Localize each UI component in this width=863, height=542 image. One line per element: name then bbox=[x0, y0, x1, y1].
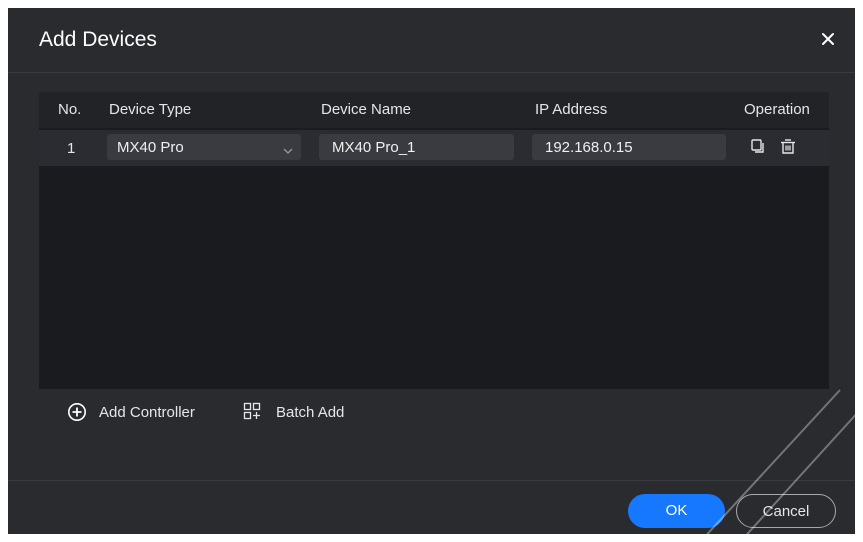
delete-icon[interactable] bbox=[779, 138, 797, 160]
cancel-button[interactable]: Cancel bbox=[736, 494, 836, 528]
devices-table: No. Device Type Device Name IP Address O… bbox=[39, 92, 829, 389]
device-type-select[interactable]: MX40 Pro bbox=[107, 134, 301, 160]
column-header-no: No. bbox=[58, 101, 82, 118]
column-header-device-name: Device Name bbox=[321, 101, 412, 118]
add-devices-dialog: Add Devices No. Device Type Device Name … bbox=[8, 8, 855, 534]
ip-address-field[interactable] bbox=[532, 134, 726, 160]
dialog-header: Add Devices bbox=[8, 8, 855, 73]
close-icon[interactable] bbox=[817, 28, 839, 50]
column-header-operation: Operation bbox=[744, 101, 810, 118]
device-type-value: MX40 Pro bbox=[117, 139, 184, 156]
batch-add-icon bbox=[243, 402, 261, 424]
add-controller-label: Add Controller bbox=[99, 404, 195, 421]
chevron-down-icon bbox=[283, 142, 293, 159]
column-header-ip-address: IP Address bbox=[535, 101, 608, 118]
table-header: No. Device Type Device Name IP Address O… bbox=[39, 92, 829, 128]
plus-circle-icon bbox=[67, 402, 87, 426]
table-row: 1 MX40 Pro bbox=[39, 130, 829, 166]
dialog-footer: OK Cancel bbox=[8, 480, 855, 535]
device-name-field[interactable] bbox=[319, 134, 514, 160]
copy-icon[interactable] bbox=[750, 138, 766, 158]
column-header-device-type: Device Type bbox=[109, 101, 192, 118]
dialog-title: Add Devices bbox=[39, 28, 157, 51]
add-controller-button[interactable]: Add Controller bbox=[67, 400, 219, 424]
row-number: 1 bbox=[67, 140, 76, 157]
ok-button[interactable]: OK bbox=[628, 494, 725, 528]
batch-add-label: Batch Add bbox=[276, 404, 345, 421]
batch-add-button[interactable]: Batch Add bbox=[243, 400, 363, 424]
